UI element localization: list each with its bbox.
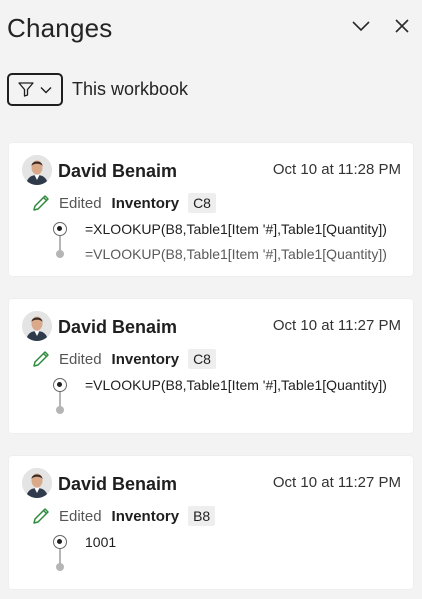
- change-card[interactable]: David Benaim Oct 10 at 11:28 PM Edited I…: [9, 143, 413, 276]
- filter-row: This workbook: [7, 73, 188, 106]
- author-name: David Benaim: [58, 161, 178, 181]
- author-name: David Benaim: [58, 317, 178, 337]
- change-timestamp: Oct 10 at 11:28 PM: [272, 161, 401, 178]
- new-value: =XLOOKUP(B8,Table1[Item '#],Table1[Quant…: [85, 221, 387, 237]
- value-timeline: [53, 222, 69, 262]
- change-timestamp: Oct 10 at 11:27 PM: [272, 317, 401, 334]
- filter-scope-label: This workbook: [72, 79, 189, 99]
- avatar: [22, 311, 52, 341]
- avatar: [22, 155, 52, 185]
- collapse-panel-button[interactable]: [349, 14, 373, 38]
- sheet-name[interactable]: Inventory: [112, 195, 180, 212]
- pencil-icon: [33, 508, 49, 524]
- previous-value-dot: [56, 563, 64, 571]
- sheet-name[interactable]: Inventory: [112, 351, 180, 368]
- panel-title: Changes: [7, 13, 113, 43]
- avatar: [22, 468, 52, 498]
- current-value-dot: [53, 378, 67, 392]
- pencil-icon: [33, 351, 49, 367]
- change-card[interactable]: David Benaim Oct 10 at 11:27 PM Edited I…: [9, 456, 413, 589]
- change-timestamp: Oct 10 at 11:27 PM: [272, 474, 401, 491]
- pencil-icon: [33, 195, 49, 211]
- cell-reference[interactable]: C8: [188, 193, 216, 213]
- author-name: David Benaim: [58, 474, 178, 494]
- change-card[interactable]: David Benaim Oct 10 at 11:27 PM Edited I…: [9, 299, 413, 433]
- previous-value-dot: [56, 406, 64, 414]
- edit-row: Edited Inventory B8: [31, 505, 216, 527]
- previous-value-dot: [56, 250, 64, 258]
- sheet-name[interactable]: Inventory: [112, 508, 180, 525]
- cell-reference[interactable]: B8: [188, 506, 216, 526]
- current-value-dot: [53, 222, 67, 236]
- chevron-down-icon: [40, 86, 52, 93]
- chevron-down-icon: [352, 21, 370, 32]
- edit-row: Edited Inventory C8: [31, 192, 216, 214]
- filter-icon: [18, 82, 34, 97]
- filter-dropdown-button[interactable]: [7, 73, 63, 106]
- action-label: Edited: [59, 507, 102, 525]
- action-label: Edited: [59, 350, 102, 368]
- value-timeline: [53, 535, 69, 575]
- current-value-dot: [53, 535, 67, 549]
- close-panel-button[interactable]: [390, 14, 414, 38]
- cell-reference[interactable]: C8: [188, 349, 216, 369]
- old-value: =VLOOKUP(B8,Table1[Item '#],Table1[Quant…: [85, 246, 387, 262]
- new-value: =VLOOKUP(B8,Table1[Item '#],Table1[Quant…: [85, 377, 387, 393]
- value-timeline: [53, 378, 69, 418]
- edit-row: Edited Inventory C8: [31, 348, 216, 370]
- close-icon: [395, 19, 409, 33]
- action-label: Edited: [59, 194, 102, 212]
- new-value: 1001: [85, 534, 117, 550]
